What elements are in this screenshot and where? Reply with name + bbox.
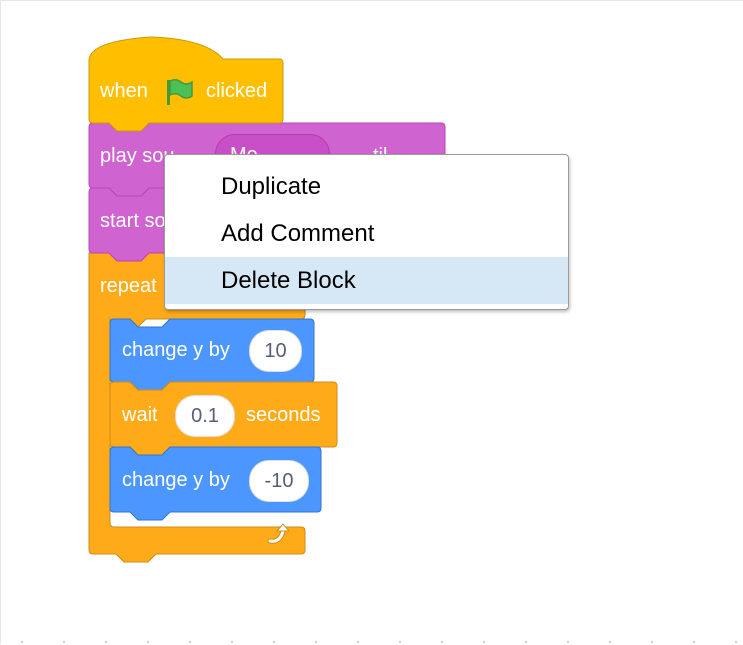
hat-when-label: when [100,80,148,102]
block-context-menu: Duplicate Add Comment Delete Block [164,154,569,310]
start-sound-label: start so [100,210,166,232]
change-y-input-1[interactable]: 10 [249,330,302,372]
wait-value: 0.1 [191,405,219,427]
menu-item-delete-block[interactable]: Delete Block [165,257,568,304]
change-y-value-2: -10 [264,470,294,492]
hat-clicked-label: clicked [206,80,268,102]
wait-input[interactable]: 0.1 [175,395,235,437]
wait-seconds-label: seconds [246,404,321,426]
repeat-label: repeat [100,275,157,297]
menu-item-add-comment[interactable]: Add Comment [165,210,568,257]
code-workspace[interactable]: when clicked play sou Me til start so re… [0,0,743,644]
change-y-input-2[interactable]: -10 [249,460,309,502]
change-y-label-1: change y by [122,339,230,361]
change-y-value-1: 10 [264,340,287,362]
menu-item-duplicate[interactable]: Duplicate [165,163,568,210]
wait-label: wait [122,404,158,426]
green-flag-icon [167,78,193,105]
loop-arrow-icon [267,523,291,544]
change-y-label-2: change y by [122,469,230,491]
